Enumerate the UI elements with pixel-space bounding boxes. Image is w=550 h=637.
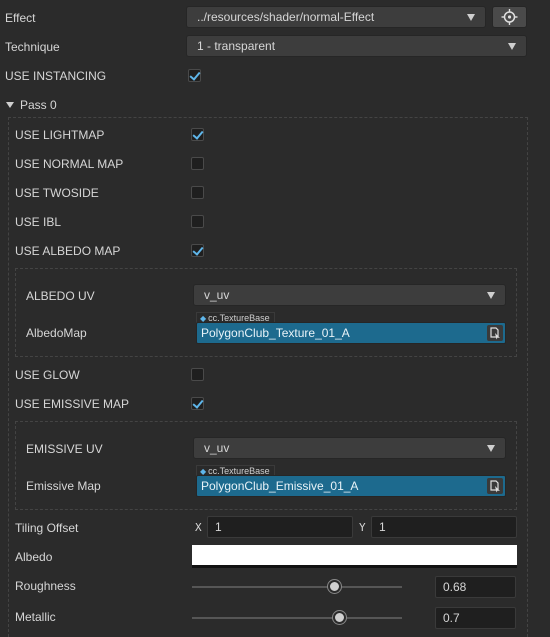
tiling-x-label: X (195, 521, 202, 534)
roughness-input[interactable]: 0.68 (435, 576, 516, 598)
use-glow-checkbox[interactable] (191, 368, 204, 381)
locate-button[interactable] (492, 6, 527, 28)
file-locate-icon (490, 327, 500, 340)
albedo-color-label: Albedo (15, 550, 53, 564)
albedo-uv-select[interactable]: v_uv (193, 284, 506, 306)
chevron-down-icon (487, 445, 495, 452)
use-normal-map-checkbox[interactable] (191, 157, 204, 170)
technique-value: 1 - transparent (197, 39, 276, 53)
effect-select[interactable]: ../resources/shader/normal-Effect (186, 6, 486, 28)
metallic-label: Metallic (15, 610, 56, 624)
file-locate-icon (490, 480, 500, 493)
emissive-uv-select[interactable]: v_uv (193, 437, 506, 459)
emissive-map-field[interactable]: PolygonClub_Emissive_01_A (196, 475, 506, 497)
use-instancing-label: USE INSTANCING (5, 69, 107, 83)
roughness-slider-track[interactable] (192, 586, 402, 588)
use-ibl-label: USE IBL (15, 215, 62, 229)
metallic-input[interactable]: 0.7 (435, 607, 516, 629)
albedo-uv-value: v_uv (204, 288, 230, 302)
use-twoside-label: USE TWOSIDE (15, 186, 99, 200)
albedo-map-label: AlbedoMap (26, 326, 87, 340)
pass-0-header[interactable]: Pass 0 (6, 97, 106, 113)
tiling-y-input[interactable]: 1 (371, 516, 517, 538)
use-emissive-map-checkbox[interactable] (191, 397, 204, 410)
use-normal-map-label: USE NORMAL MAP (15, 157, 124, 171)
effect-label: Effect (5, 11, 36, 25)
use-emissive-map-label: USE EMISSIVE MAP (15, 397, 130, 411)
chevron-down-icon (467, 14, 475, 21)
albedo-color-swatch[interactable] (192, 545, 517, 568)
tiling-x-input[interactable]: 1 (207, 516, 353, 538)
albedo-uv-label: ALBEDO UV (26, 289, 95, 303)
asset-picker-button[interactable] (487, 478, 503, 494)
metallic-slider-track[interactable] (192, 617, 402, 619)
use-lightmap-label: USE LIGHTMAP (15, 128, 105, 142)
crosshair-icon (501, 9, 518, 25)
roughness-label: Roughness (15, 579, 76, 593)
tiling-y-label: Y (359, 521, 366, 534)
technique-label: Technique (5, 40, 60, 54)
emissive-uv-label: EMISSIVE UV (26, 442, 103, 456)
use-twoside-checkbox[interactable] (191, 186, 204, 199)
chevron-down-icon (508, 43, 516, 50)
effect-value: ../resources/shader/normal-Effect (197, 10, 375, 24)
emissive-uv-value: v_uv (204, 441, 230, 455)
tiling-offset-label: Tiling Offset (15, 521, 79, 535)
albedo-map-value: PolygonClub_Texture_01_A (201, 326, 350, 340)
chevron-down-icon (487, 292, 495, 299)
use-instancing-checkbox[interactable] (188, 69, 201, 82)
albedo-map-field[interactable]: PolygonClub_Texture_01_A (196, 322, 506, 344)
emissive-map-value: PolygonClub_Emissive_01_A (201, 479, 359, 493)
caret-down-icon (6, 102, 14, 108)
use-albedo-map-checkbox[interactable] (191, 244, 204, 257)
use-lightmap-checkbox[interactable] (191, 128, 204, 141)
use-albedo-map-label: USE ALBEDO MAP (15, 244, 121, 258)
emissive-map-label: Emissive Map (26, 479, 101, 493)
asset-picker-button[interactable] (487, 325, 503, 341)
metallic-slider-handle[interactable] (332, 611, 346, 624)
pass-0-label: Pass 0 (20, 98, 57, 112)
use-ibl-checkbox[interactable] (191, 215, 204, 228)
technique-select[interactable]: 1 - transparent (186, 35, 527, 57)
use-glow-label: USE GLOW (15, 368, 80, 382)
